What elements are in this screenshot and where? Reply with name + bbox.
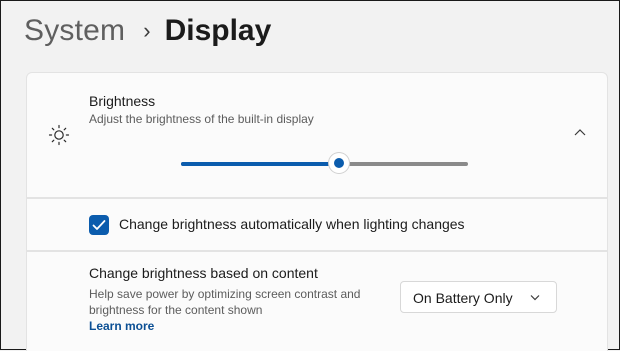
chevron-up-icon[interactable] bbox=[573, 127, 587, 137]
learn-more-link[interactable]: Learn more bbox=[89, 319, 154, 333]
checkmark-icon bbox=[92, 220, 106, 230]
breadcrumb-separator: › bbox=[143, 18, 151, 43]
content-brightness-row: Change brightness based on content Help … bbox=[26, 251, 608, 351]
breadcrumb-system[interactable]: System bbox=[24, 14, 125, 48]
content-brightness-dropdown[interactable]: On Battery Only bbox=[400, 281, 557, 313]
slider-thumb[interactable] bbox=[328, 153, 349, 173]
content-brightness-title: Change brightness based on content bbox=[89, 265, 318, 281]
auto-brightness-checkbox[interactable] bbox=[89, 215, 109, 235]
dropdown-value: On Battery Only bbox=[413, 290, 513, 306]
sun-icon bbox=[48, 124, 70, 146]
content-brightness-description: Help save power by optimizing screen con… bbox=[89, 287, 361, 317]
brightness-slider[interactable] bbox=[181, 153, 468, 173]
brightness-card: Brightness Adjust the brightness of the … bbox=[26, 72, 608, 198]
page-title: Display bbox=[164, 14, 272, 47]
auto-brightness-row: Change brightness automatically when lig… bbox=[26, 198, 608, 251]
brightness-title: Brightness bbox=[89, 93, 156, 109]
auto-brightness-label[interactable]: Change brightness automatically when lig… bbox=[119, 216, 465, 232]
breadcrumb: System › Display bbox=[24, 14, 271, 48]
brightness-description: Adjust the brightness of the built-in di… bbox=[89, 112, 314, 126]
slider-fill bbox=[181, 162, 339, 166]
chevron-down-icon bbox=[530, 295, 540, 301]
